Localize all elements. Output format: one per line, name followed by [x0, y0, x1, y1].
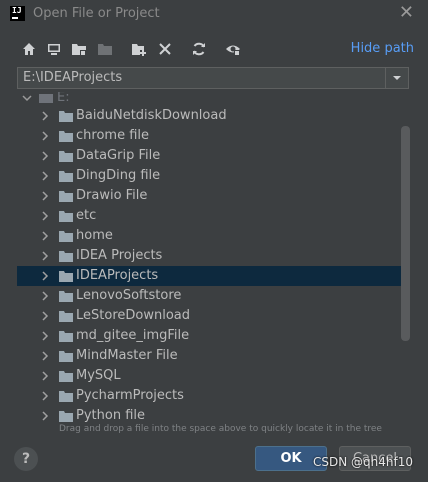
drive-icon [39, 94, 53, 103]
chevron-right-icon[interactable] [39, 390, 51, 402]
folder-icon [59, 231, 73, 242]
show-hidden-icon[interactable] [224, 40, 242, 58]
tree-folder-item[interactable]: LenovoSoftstore [17, 286, 401, 306]
folder-icon [59, 291, 73, 302]
refresh-icon[interactable] [190, 40, 208, 58]
tree-folder-label: chrome file [76, 128, 149, 143]
tree-folder-label: PycharmProjects [76, 388, 184, 403]
tree-folder-item[interactable]: LeStoreDownload [17, 306, 401, 326]
close-icon[interactable]: ✕ [399, 3, 414, 23]
folder-icon [59, 251, 73, 262]
folder-icon [59, 191, 73, 202]
tree-root-label: E: [57, 92, 70, 105]
chevron-right-icon[interactable] [39, 230, 51, 242]
chevron-right-icon[interactable] [39, 170, 51, 182]
folder-icon [59, 111, 73, 122]
chevron-right-icon[interactable] [39, 270, 51, 282]
tree-scrollbar[interactable] [401, 126, 410, 341]
file-tree[interactable]: E: BaiduNetdiskDownload chrome file DataGr… [17, 92, 411, 422]
chevron-right-icon[interactable] [39, 110, 51, 122]
path-field[interactable]: E:\IDEAProjects [17, 67, 409, 89]
chevron-right-icon[interactable] [39, 290, 51, 302]
folder-icon [59, 311, 73, 322]
chevron-right-icon[interactable] [39, 250, 51, 262]
chevron-right-icon[interactable] [39, 150, 51, 162]
tree-folder-label: IDEA Projects [76, 248, 163, 263]
chevron-right-icon[interactable] [39, 330, 51, 342]
module-folder-icon[interactable] [96, 40, 114, 58]
folder-icon [59, 411, 73, 422]
tree-folder-item[interactable]: IDEA Projects [17, 246, 401, 266]
tree-folder-label: home [76, 228, 113, 243]
path-input[interactable]: E:\IDEAProjects [23, 70, 122, 85]
chevron-right-icon[interactable] [39, 190, 51, 202]
tree-folder-item[interactable]: DataGrip File [17, 146, 401, 166]
intellij-logo-icon: IJ [10, 6, 25, 21]
folder-icon [59, 151, 73, 162]
tree-folder-label: Python file [76, 408, 145, 422]
tree-folder-label: LenovoSoftstore [76, 288, 182, 303]
chevron-right-icon[interactable] [39, 310, 51, 322]
tree-folder-label: Drawio File [76, 188, 148, 203]
path-dropdown-button[interactable] [385, 68, 408, 88]
folder-icon [59, 331, 73, 342]
chevron-right-icon[interactable] [39, 370, 51, 382]
title-bar: IJ Open File or Project ✕ [0, 0, 428, 28]
watermark: CSDN @qh4hf10 [313, 455, 413, 469]
tree-folder-item[interactable]: IDEAProjects [17, 266, 401, 286]
folder-icon [59, 271, 73, 282]
tree-folder-item[interactable]: etc [17, 206, 401, 226]
help-button[interactable]: ? [14, 447, 38, 471]
home-icon[interactable] [20, 40, 38, 58]
tree-folder-label: BaiduNetdiskDownload [76, 108, 227, 123]
chevron-right-icon[interactable] [39, 350, 51, 362]
folder-icon [59, 391, 73, 402]
folder-icon [59, 351, 73, 362]
drag-drop-hint: Drag and drop a file into the space abov… [59, 424, 382, 434]
tree-folder-item[interactable]: Drawio File [17, 186, 401, 206]
tree-folder-item[interactable]: MindMaster File [17, 346, 401, 366]
tree-folder-label: LeStoreDownload [76, 308, 190, 323]
project-folder-icon[interactable] [70, 40, 88, 58]
folder-icon [59, 371, 73, 382]
tree-folder-label: DingDing file [76, 168, 161, 183]
delete-icon[interactable] [156, 40, 174, 58]
folder-icon [59, 131, 73, 142]
chevron-down-icon[interactable] [21, 92, 33, 104]
chevron-right-icon[interactable] [39, 210, 51, 222]
tree-folder-item[interactable]: chrome file [17, 126, 401, 146]
tree-folder-label: MySQL [76, 368, 121, 383]
chevron-right-icon[interactable] [39, 410, 51, 422]
chevron-down-icon [393, 76, 401, 80]
tree-folder-item[interactable]: home [17, 226, 401, 246]
desktop-icon[interactable] [45, 40, 63, 58]
folder-icon [59, 211, 73, 222]
chevron-right-icon[interactable] [39, 130, 51, 142]
tree-folder-item[interactable]: DingDing file [17, 166, 401, 186]
tree-folder-item[interactable]: md_gitee_imgFile [17, 326, 401, 346]
new-folder-icon[interactable] [130, 40, 148, 58]
tree-folder-label: md_gitee_imgFile [76, 328, 190, 343]
tree-folder-label: DataGrip File [76, 148, 161, 163]
tree-folder-item[interactable]: Python file [17, 406, 401, 422]
tree-folder-item[interactable]: MySQL [17, 366, 401, 386]
folder-icon [59, 171, 73, 182]
tree-folder-label: IDEAProjects [76, 268, 159, 283]
tree-folder-item[interactable]: PycharmProjects [17, 386, 401, 406]
tree-folder-label: MindMaster File [76, 348, 178, 363]
hide-path-link[interactable]: Hide path [351, 41, 414, 56]
window-title: Open File or Project [33, 6, 160, 21]
tree-folder-label: etc [76, 208, 97, 223]
tree-folder-item[interactable]: BaiduNetdiskDownload [17, 106, 401, 126]
